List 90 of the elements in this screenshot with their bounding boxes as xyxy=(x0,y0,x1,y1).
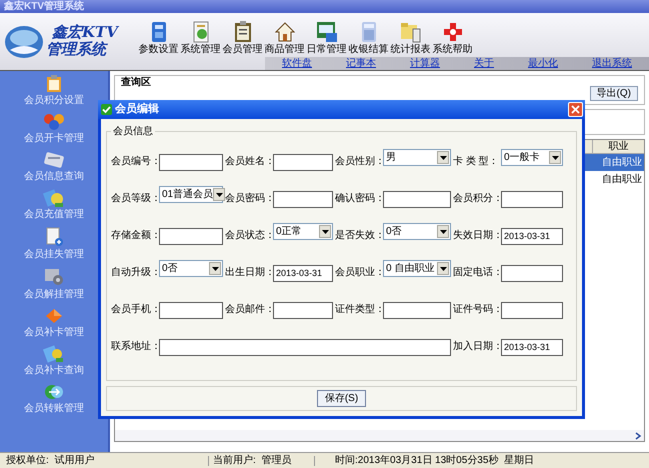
help-cross-icon xyxy=(442,21,462,43)
field-label: 确认密码： xyxy=(335,192,381,206)
toolbar-button[interactable]: 参数设置 xyxy=(138,21,179,55)
text-field[interactable] xyxy=(383,191,451,208)
menu-link[interactable]: 关于 xyxy=(474,58,494,68)
text-field[interactable] xyxy=(159,154,223,171)
dropdown-field[interactable]: 0否 xyxy=(383,223,451,240)
field-label: 会员等级： xyxy=(111,192,157,206)
field-label: 固定电话： xyxy=(453,266,499,280)
panel-title: 查询区 xyxy=(121,78,151,88)
toolbar-button[interactable]: 统计报表 xyxy=(390,21,431,55)
address-field[interactable] xyxy=(159,339,451,356)
table-cell-text: 自由职业 xyxy=(601,156,643,170)
text-field[interactable] xyxy=(501,302,563,319)
house-icon xyxy=(274,21,294,43)
text-field[interactable] xyxy=(501,191,563,208)
check-icon xyxy=(101,104,112,115)
toolbar-button[interactable]: 收银结算 xyxy=(348,21,389,55)
toolbar-button[interactable]: 系统管理 xyxy=(180,21,221,55)
field-label: 会员编号： xyxy=(111,154,157,168)
status-unit: 授权单位: 试用用户 xyxy=(5,456,96,466)
clipboard-icon xyxy=(45,75,63,93)
text-field[interactable] xyxy=(383,302,451,319)
document-plus-icon xyxy=(44,227,64,247)
text-field[interactable] xyxy=(273,154,333,171)
logo-subtitle: 管理系统 xyxy=(46,40,109,58)
field-label: 卡 类 型： xyxy=(453,154,499,168)
field-label: 自动升级： xyxy=(111,266,157,280)
dialog-title: 会员编辑 xyxy=(115,104,160,115)
field-label: 会员手机： xyxy=(111,302,157,316)
dropdown-field[interactable]: 01普通会员 xyxy=(159,186,223,203)
gear-icon xyxy=(43,267,65,287)
field-label: 会员积分： xyxy=(453,192,499,206)
status-user: 当前用户: 管理员 xyxy=(208,456,314,466)
diamond-icon xyxy=(44,307,64,325)
column-header: 职业 xyxy=(592,140,644,153)
document-icon xyxy=(190,21,210,43)
text-field[interactable] xyxy=(501,265,563,282)
field-label: 会员姓名： xyxy=(225,154,271,168)
export-button[interactable]: 导出(Q) xyxy=(590,86,638,101)
folder-icon xyxy=(400,21,422,43)
dropdown-field[interactable]: 男 xyxy=(383,149,451,166)
field-label: 会员密码： xyxy=(225,192,271,206)
window-title: 鑫宏KTV管理系统 xyxy=(4,2,84,12)
cards-icon xyxy=(43,189,65,207)
table-cell-text: 自由职业 xyxy=(601,172,643,187)
toolbar-button[interactable]: 商品管理 xyxy=(264,21,305,55)
field-label: 加入日期： xyxy=(453,340,499,354)
field-label: 存储金额： xyxy=(111,228,157,242)
text-field[interactable] xyxy=(273,302,333,319)
dropdown-field[interactable]: 0一般卡 xyxy=(501,149,563,166)
group-title: 会员信息 xyxy=(112,124,154,139)
toolbar-button[interactable]: 系统帮助 xyxy=(432,21,473,55)
text-field[interactable] xyxy=(159,302,223,319)
save-button[interactable]: 保存(S) xyxy=(316,390,366,407)
cards-icon xyxy=(43,345,65,363)
menu-link[interactable]: 记事本 xyxy=(346,58,376,68)
people-icon xyxy=(43,113,65,131)
field-label: 会员性别： xyxy=(335,154,381,168)
field-label: 会员邮件： xyxy=(225,302,271,316)
transfer-icon xyxy=(43,383,65,401)
field-label: 是否失效： xyxy=(335,228,381,242)
field-label: 失效日期： xyxy=(453,228,499,242)
dropdown-field[interactable]: 0正常 xyxy=(273,223,333,240)
logo-title: 鑫宏KTV xyxy=(51,24,118,40)
field-label: 联系地址： xyxy=(111,340,157,354)
chart-window-icon xyxy=(316,21,338,43)
dropdown-field[interactable]: 0否 xyxy=(159,260,223,277)
close-button[interactable] xyxy=(568,102,583,117)
menu-link[interactable]: 退出系统 xyxy=(592,58,632,68)
field-label: 会员状态： xyxy=(225,228,271,242)
text-field[interactable] xyxy=(273,191,333,208)
menu-link[interactable]: 软件盘 xyxy=(282,58,312,68)
text-field[interactable] xyxy=(159,228,223,245)
clipboard-icon xyxy=(232,21,252,43)
scroll-right-icon xyxy=(634,432,642,440)
toolbar-button[interactable]: 日常管理 xyxy=(306,21,347,55)
logo-icon xyxy=(4,24,44,60)
field-label: 出生日期： xyxy=(225,266,271,280)
date-field[interactable]: 2013-03-31 xyxy=(501,338,563,356)
status-time: 时间:2013年03月31日 13时05分35秒 星期日 xyxy=(314,456,534,466)
date-field[interactable]: 2013-03-31 xyxy=(273,264,333,282)
menu-link[interactable]: 最小化 xyxy=(528,58,558,68)
date-field[interactable]: 2013-03-31 xyxy=(501,228,563,244)
dropdown-field[interactable]: 0 自由职业 xyxy=(383,260,451,277)
toolbar-button[interactable]: 会员管理 xyxy=(222,21,263,55)
field-label: 证件号码： xyxy=(453,302,499,316)
menu-link[interactable]: 计算器 xyxy=(410,58,440,68)
field-label: 证件类型： xyxy=(335,302,381,316)
field-label: 会员职业： xyxy=(335,266,381,280)
